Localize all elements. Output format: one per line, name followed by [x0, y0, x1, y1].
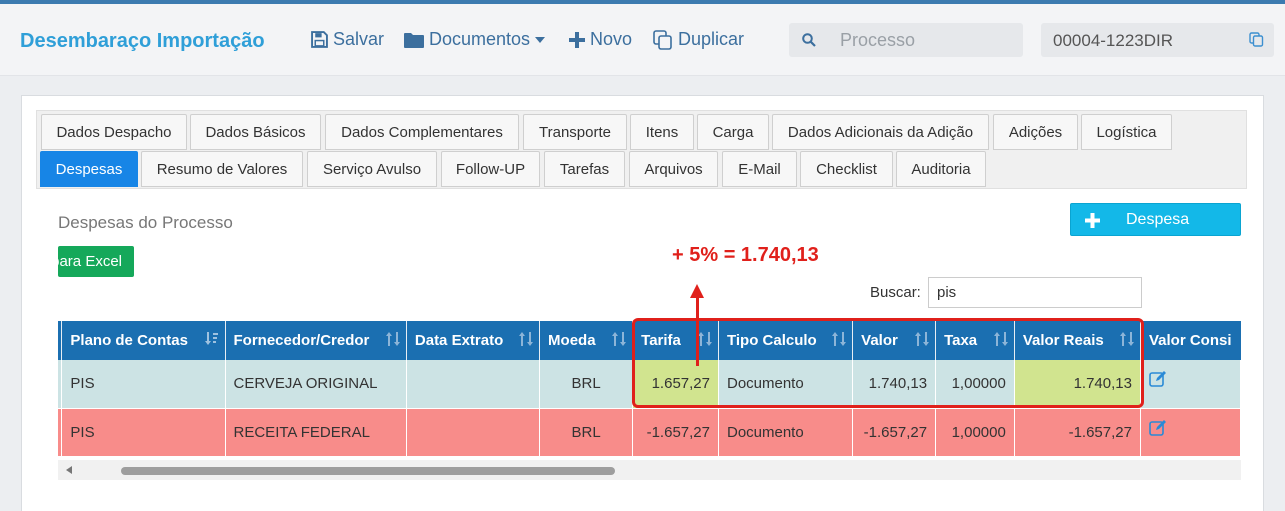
tab-dados-adicionais-adicao[interactable]: Dados Adicionais da Adição — [772, 114, 989, 150]
cell-valor-consi — [1140, 360, 1241, 409]
tab-carga[interactable]: Carga — [697, 114, 769, 150]
documents-label: Documentos — [429, 29, 531, 49]
tabs-area: Dados Despacho Dados Básicos Dados Compl… — [36, 110, 1247, 189]
tab-arquivos[interactable]: Arquivos — [629, 151, 718, 187]
new-label: Novo — [590, 29, 633, 49]
cell-valor-consi — [1140, 408, 1241, 457]
sort-icon — [519, 332, 534, 346]
scroll-left-arrow-icon[interactable] — [66, 466, 72, 474]
annotation-arrow-line — [696, 295, 699, 366]
content-card: Dados Despacho Dados Básicos Dados Compl… — [21, 95, 1264, 511]
page-background-edge — [1264, 95, 1285, 511]
col-header-moeda[interactable]: Moeda — [539, 321, 634, 360]
cell-tipo-calculo: Documento — [718, 408, 854, 457]
sort-icon — [385, 332, 400, 346]
section-title: Despesas do Processo — [58, 213, 233, 232]
save-icon — [311, 31, 328, 48]
add-expense-label: Despesa — [1126, 211, 1190, 228]
edit-icon[interactable] — [1149, 419, 1167, 436]
annotation-arrow-head-icon — [690, 284, 704, 298]
cell-fornecedor: CERVEJA ORIGINAL — [225, 360, 407, 409]
app-title: Desembaraço Importação — [20, 30, 265, 52]
new-button[interactable]: Novo — [569, 29, 632, 50]
caret-down-icon — [535, 36, 546, 43]
plus-icon — [1085, 213, 1100, 228]
cell-data-extrato — [406, 360, 541, 409]
plus-icon — [569, 31, 585, 48]
top-navbar: Desembaraço Importação Salvar Documentos… — [0, 4, 1285, 76]
cell-moeda: BRL — [539, 360, 634, 409]
tab-dados-basicos[interactable]: Dados Básicos — [190, 114, 321, 150]
save-label: Salvar — [333, 29, 385, 49]
tab-resumo-de-valores[interactable]: Resumo de Valores — [141, 151, 303, 187]
process-search — [789, 23, 1023, 57]
col-header-valor-consi[interactable]: Valor Consi — [1140, 321, 1241, 360]
copy-icon — [653, 29, 672, 50]
cell-valor-reais: -1.657,27 — [1014, 408, 1141, 457]
save-button[interactable]: Salvar — [311, 29, 384, 50]
tab-auditoria[interactable]: Auditoria — [896, 151, 986, 187]
cell-taxa: 1,00000 — [935, 408, 1015, 457]
cell-tarifa: -1.657,27 — [632, 408, 719, 457]
copy-icon[interactable] — [1249, 32, 1264, 47]
cell-plano-de-contas: PIS — [61, 408, 226, 457]
add-expense-button[interactable]: Despesa — [1070, 203, 1241, 236]
duplicate-button[interactable]: Duplicar — [653, 29, 744, 50]
export-excel-button[interactable]: para Excel — [58, 246, 134, 277]
table-search-input[interactable] — [928, 277, 1142, 308]
tab-despesas[interactable]: Despesas — [40, 151, 138, 187]
edit-icon[interactable] — [1149, 370, 1167, 388]
annotation-text: + 5% = 1.740,13 — [672, 244, 819, 266]
tab-checklist[interactable]: Checklist — [800, 151, 893, 187]
documents-dropdown[interactable]: Documentos — [404, 29, 546, 50]
tab-tarefas[interactable]: Tarefas — [544, 151, 625, 187]
tab-itens[interactable]: Itens — [630, 114, 694, 150]
cell-fornecedor: RECEITA FEDERAL — [225, 408, 407, 457]
table-row[interactable]: PIS RECEITA FEDERAL BRL -1.657,27 Docume… — [58, 408, 1241, 457]
cell-moeda: BRL — [539, 408, 634, 457]
process-search-input[interactable] — [827, 23, 1017, 57]
tab-servico-avulso[interactable]: Serviço Avulso — [307, 151, 437, 187]
cell-plano-de-contas: PIS — [61, 360, 226, 409]
sort-desc-icon — [204, 332, 218, 345]
process-number-box[interactable]: 00004-1223DIR — [1041, 23, 1274, 57]
search-icon — [802, 33, 816, 47]
process-number: 00004-1223DIR — [1053, 31, 1174, 50]
sort-icon — [612, 332, 627, 346]
cell-data-extrato — [406, 408, 541, 457]
export-excel-label: para Excel — [58, 253, 122, 270]
annotation-highlight-box — [632, 318, 1144, 408]
search-label: Buscar: — [870, 284, 921, 301]
col-header-data-extrato[interactable]: Data Extrato — [406, 321, 541, 360]
tab-transporte[interactable]: Transporte — [523, 114, 627, 150]
folder-icon — [404, 32, 424, 48]
tab-adicoes[interactable]: Adições — [993, 114, 1078, 150]
tab-logistica[interactable]: Logística — [1081, 114, 1172, 150]
tab-email[interactable]: E-Mail — [722, 151, 797, 187]
tab-follow-up[interactable]: Follow-UP — [441, 151, 540, 187]
col-header-fornecedor[interactable]: Fornecedor/Credor — [225, 321, 407, 360]
tab-dados-complementares[interactable]: Dados Complementares — [325, 114, 519, 150]
duplicate-label: Duplicar — [678, 29, 745, 49]
horizontal-scrollbar[interactable] — [58, 460, 1241, 480]
tab-dados-despacho[interactable]: Dados Despacho — [41, 114, 187, 150]
cell-valor: -1.657,27 — [852, 408, 937, 457]
scrollbar-thumb[interactable] — [121, 467, 615, 475]
col-header-plano-de-contas[interactable]: Plano de Contas — [61, 321, 226, 360]
